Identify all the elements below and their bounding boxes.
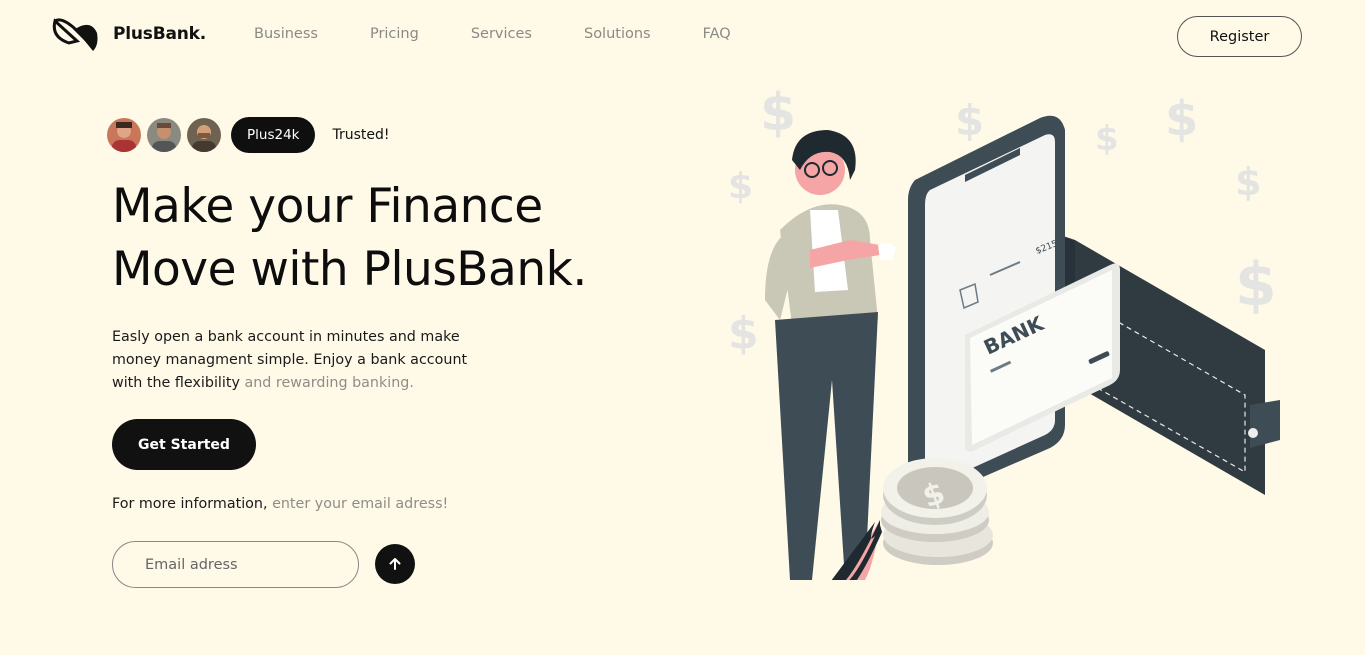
- avatar: [187, 118, 221, 152]
- svg-text:$: $: [1235, 250, 1277, 320]
- info-main: For more information,: [112, 496, 268, 512]
- avatar: [147, 118, 181, 152]
- svg-text:$: $: [728, 166, 753, 207]
- svg-text:$: $: [760, 83, 796, 143]
- nav-faq[interactable]: FAQ: [703, 26, 731, 42]
- person-illustration: [765, 130, 896, 580]
- trusted-label: Trusted!: [332, 127, 390, 143]
- svg-text:$: $: [955, 96, 984, 145]
- arrow-up-icon: [389, 558, 401, 570]
- hero-headline: Make your Finance Move with PlusBank.: [112, 175, 672, 301]
- users-count-badge: Plus24k: [231, 117, 316, 153]
- email-info-text: For more information, enter your email a…: [112, 496, 448, 512]
- nav-solutions[interactable]: Solutions: [584, 26, 651, 42]
- headline-line-1: Make your Finance: [112, 179, 543, 234]
- hero-illustration: $ $ $ $ $ $ $ $ $215.6 BANK $: [728, 83, 1280, 580]
- logo-icon: [52, 18, 98, 51]
- svg-text:$: $: [1165, 91, 1198, 147]
- svg-text:$: $: [728, 308, 759, 359]
- description-muted: and rewarding banking.: [239, 375, 414, 391]
- coin-stack-icon: $: [881, 458, 993, 565]
- headline-line-2: Move with PlusBank.: [112, 242, 587, 297]
- get-started-button[interactable]: Get Started: [112, 419, 256, 470]
- info-muted: enter your email adress!: [267, 496, 449, 512]
- brand-name: PlusBank.: [113, 24, 207, 44]
- submit-email-button[interactable]: [375, 544, 415, 584]
- brand-logo[interactable]: PlusBank.: [51, 15, 206, 53]
- register-button[interactable]: Register: [1177, 16, 1302, 57]
- nav-business[interactable]: Business: [254, 26, 318, 42]
- avatar: [107, 118, 141, 152]
- svg-text:$: $: [1235, 160, 1261, 204]
- nav-services[interactable]: Services: [471, 26, 532, 42]
- trusted-row: Plus24k Trusted!: [107, 117, 390, 153]
- svg-text:$: $: [1095, 119, 1119, 159]
- nav-pricing[interactable]: Pricing: [370, 26, 419, 42]
- main-nav: Business Pricing Services Solutions FAQ: [254, 26, 783, 42]
- email-input[interactable]: [112, 541, 359, 588]
- hero-description: Easly open a bank account in minutes and…: [112, 326, 502, 395]
